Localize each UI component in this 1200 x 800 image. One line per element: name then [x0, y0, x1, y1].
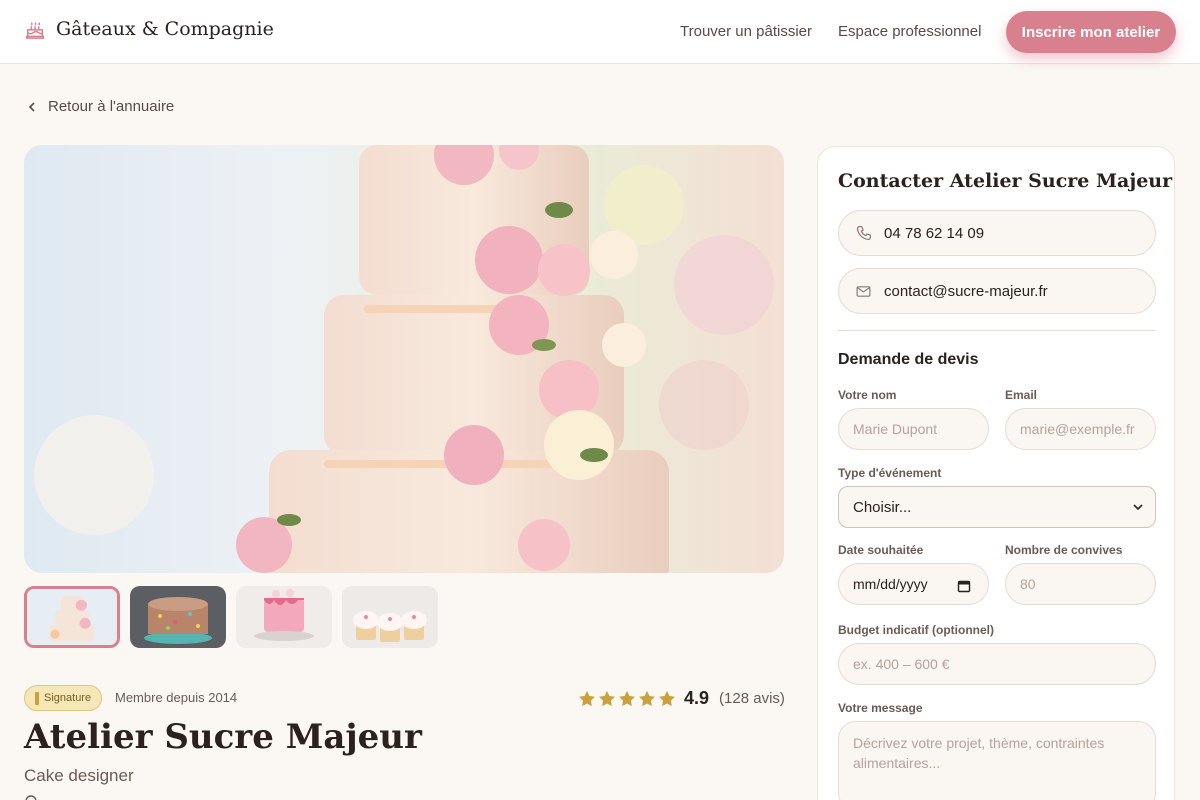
date-label: Date souhaitée	[838, 543, 924, 557]
divider	[838, 330, 1156, 331]
budget-label: Budget indicatif (optionnel)	[838, 623, 994, 637]
register-workshop-button[interactable]: Inscrire mon atelier	[1006, 11, 1176, 53]
star-icon	[639, 690, 655, 706]
event-type-select[interactable]: Choisir...	[838, 486, 1156, 528]
back-link-label: Retour à l'annuaire	[48, 98, 175, 115]
calendar-icon[interactable]	[957, 579, 971, 593]
thumbnail-strip	[24, 586, 438, 648]
name-label: Votre nom	[838, 388, 897, 402]
star-icon	[579, 690, 595, 706]
rating-value: 4.9	[684, 688, 710, 708]
email-address: contact@sucre-majeur.fr	[884, 282, 1048, 300]
star-icon	[659, 690, 675, 706]
phone-icon	[856, 225, 871, 240]
sprinkle-cake-thumbnail	[130, 586, 226, 648]
location-row-cutoff	[24, 794, 114, 800]
top-header: Gâteaux & Compagnie Trouver un pâtissier…	[0, 0, 1200, 64]
contact-card: Contacter Atelier Sucre Majeur 04 78 62 …	[817, 146, 1175, 800]
message-label: Votre message	[838, 701, 923, 715]
email-button[interactable]: contact@sucre-majeur.fr	[838, 268, 1156, 314]
event-type-value: Choisir...	[853, 498, 912, 516]
back-link[interactable]: Retour à l'annuaire	[26, 98, 174, 115]
name-input[interactable]	[838, 408, 989, 450]
thumbnail-4[interactable]	[342, 586, 438, 648]
thumbnail-1[interactable]	[24, 586, 120, 648]
guests-label: Nombre de convives	[1005, 543, 1123, 557]
event-type-label: Type d'événement	[838, 466, 942, 480]
nav-pro-space[interactable]: Espace professionnel	[838, 23, 981, 40]
cake-logo-icon	[26, 22, 44, 39]
member-since: Membre depuis 2014	[115, 690, 238, 705]
bakery-name: Atelier Sucre Majeur	[24, 717, 422, 757]
budget-input[interactable]	[838, 643, 1156, 685]
star-icon	[599, 690, 615, 706]
location-pin-icon	[25, 795, 37, 800]
mail-icon	[856, 285, 871, 297]
date-input[interactable]: mm/dd/yyyy	[838, 563, 989, 605]
review-count[interactable]: (128 avis)	[719, 690, 785, 707]
date-value: mm/dd/yyyy	[853, 576, 928, 592]
quote-form-title: Demande de devis	[838, 351, 979, 368]
message-textarea[interactable]: Décrivez votre projet, thème, contrainte…	[838, 721, 1156, 800]
pink-drip-cake-thumbnail	[236, 586, 332, 648]
tiered-cake-photo	[24, 145, 784, 573]
badge-label: Signature	[44, 692, 92, 704]
phone-button[interactable]: 04 78 62 14 09	[838, 210, 1156, 256]
badge-icon	[35, 691, 39, 705]
brand-name: Gâteaux & Compagnie	[56, 18, 274, 40]
chevron-down-icon	[1133, 504, 1143, 511]
brand[interactable]: Gâteaux & Compagnie	[24, 18, 274, 40]
nav-find-baker[interactable]: Trouver un pâtissier	[680, 23, 812, 40]
rating: 4.9 (128 avis)	[578, 688, 785, 709]
bakery-category: Cake designer	[24, 766, 134, 785]
signature-badge: Signature	[24, 685, 103, 711]
chevron-left-icon	[28, 101, 35, 112]
tiered-cake-thumbnail	[27, 589, 117, 645]
phone-number: 04 78 62 14 09	[884, 224, 985, 242]
main-photo[interactable]	[24, 145, 784, 573]
thumbnail-3[interactable]	[236, 586, 332, 648]
guests-input[interactable]	[1005, 563, 1156, 605]
email-input[interactable]	[1005, 408, 1156, 450]
contact-title: Contacter Atelier Sucre Majeur	[838, 170, 1173, 192]
thumbnail-2[interactable]	[130, 586, 226, 648]
email-label: Email	[1005, 388, 1038, 402]
cupcakes-thumbnail	[342, 586, 438, 648]
star-icon	[619, 690, 635, 706]
